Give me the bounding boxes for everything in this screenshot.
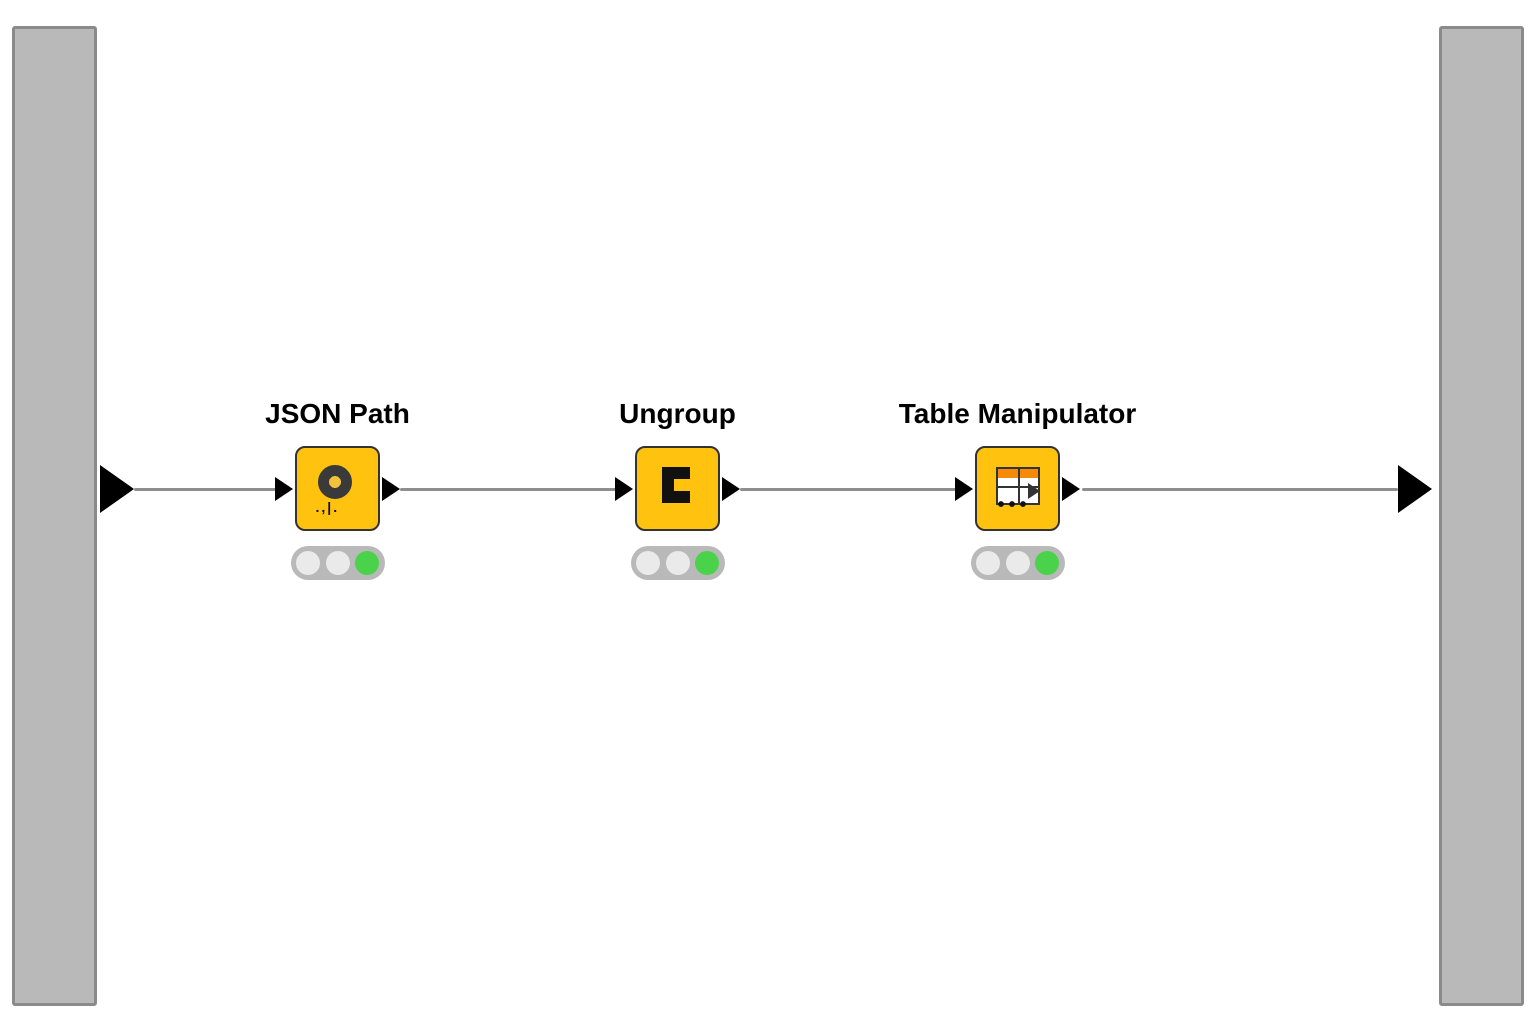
workflow-input-port-icon[interactable] [100, 465, 134, 513]
output-port-icon[interactable] [1062, 477, 1080, 501]
input-port-icon[interactable] [275, 477, 293, 501]
status-dot-green [1035, 551, 1059, 575]
ungroup-icon [650, 461, 706, 517]
workflow-output-bar [1439, 26, 1524, 1006]
output-port-icon[interactable] [382, 477, 400, 501]
connector[interactable] [740, 488, 970, 491]
connector[interactable] [134, 488, 290, 491]
node-label: Ungroup [619, 398, 736, 430]
status-dot-red [636, 551, 660, 575]
connector[interactable] [1082, 488, 1398, 491]
status-dot-yellow [666, 551, 690, 575]
node-json-path[interactable]: JSON Path .,|. [295, 446, 380, 531]
node-body[interactable]: .,|. [295, 446, 380, 531]
connector[interactable] [400, 488, 630, 491]
workflow-output-port-icon[interactable] [1398, 465, 1432, 513]
json-path-icon: .,|. [310, 461, 366, 517]
node-ungroup[interactable]: Ungroup [635, 446, 720, 531]
status-indicator [971, 546, 1065, 580]
status-dot-yellow [1006, 551, 1030, 575]
workflow-input-bar [12, 26, 97, 1006]
status-indicator [291, 546, 385, 580]
table-manipulator-icon: ••• [990, 461, 1046, 517]
status-dot-green [695, 551, 719, 575]
node-label: JSON Path [265, 398, 410, 430]
status-indicator [631, 546, 725, 580]
node-table-manipulator[interactable]: Table Manipulator ••• [975, 446, 1060, 531]
input-port-icon[interactable] [615, 477, 633, 501]
status-dot-green [355, 551, 379, 575]
status-dot-red [976, 551, 1000, 575]
status-dot-yellow [326, 551, 350, 575]
output-port-icon[interactable] [722, 477, 740, 501]
node-body[interactable] [635, 446, 720, 531]
status-dot-red [296, 551, 320, 575]
input-port-icon[interactable] [955, 477, 973, 501]
node-body[interactable]: ••• [975, 446, 1060, 531]
node-label: Table Manipulator [899, 398, 1137, 430]
workflow-canvas[interactable]: JSON Path .,|. Ungroup [0, 0, 1536, 1030]
